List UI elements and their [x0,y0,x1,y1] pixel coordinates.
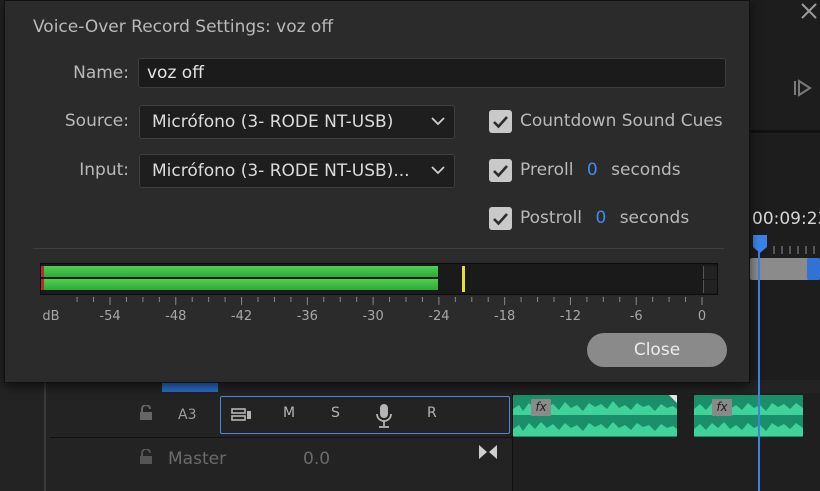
postroll-label[interactable]: Postroll [520,208,582,228]
source-selected-value: Micrófono (3- RODE NT-USB) [152,112,394,132]
db-tick-label: -12 [559,309,582,324]
clip-indicator-right[interactable] [703,280,717,293]
master-track-label: Master [168,449,227,469]
master-volume-value[interactable]: 0.0 [303,449,330,469]
input-selected-value: Micrófono (3- RODE NT-USB)... [152,161,410,181]
preroll-label[interactable]: Preroll [520,160,574,180]
track-controls-group: M S R [220,396,510,434]
divider [33,248,724,249]
close-button[interactable]: Close [587,333,727,367]
checkmark-icon [493,213,508,226]
preroll-checkbox[interactable] [489,159,512,182]
record-button[interactable]: R [427,405,437,421]
meter-bar-left-channel [44,266,438,277]
playhead-handle[interactable] [752,234,768,254]
input-select[interactable]: Micrófono (3- RODE NT-USB)... [139,154,455,188]
db-tick-label: -42 [230,309,253,324]
audio-clip[interactable]: fx [694,395,803,437]
audio-level-meter [40,263,718,295]
track-header-master [50,437,512,481]
db-tick-label: -30 [362,309,384,324]
postroll-checkbox[interactable] [489,207,512,230]
audio-clip[interactable]: fx [513,395,677,437]
microphone-icon[interactable] [375,403,393,429]
meter-peak-indicator [461,266,465,292]
db-tick-label: -18 [494,309,516,324]
input-label: Input: [79,160,129,180]
db-tick-label: 0 [697,309,707,324]
close-panel-icon[interactable] [780,0,820,36]
chevron-down-icon [431,117,445,126]
lock-icon[interactable] [139,448,153,465]
source-select[interactable]: Micrófono (3- RODE NT-USB) [139,105,455,139]
db-tick-label: -48 [165,309,187,324]
postroll-unit: seconds [619,208,690,228]
countdown-label[interactable]: Countdown Sound Cues [520,111,723,131]
db-tick-label: -36 [296,309,318,324]
track-output-icon[interactable] [231,406,253,424]
preroll-value[interactable]: 0 [587,160,598,180]
voice-over-record-settings-dialog: Voice-Over Record Settings: voz off Name… [4,0,750,383]
dialog-title: Voice-Over Record Settings: voz off [33,17,334,37]
name-label: Name: [73,63,129,83]
countdown-checkbox[interactable] [489,110,512,133]
meter-bar-right-channel [44,279,438,290]
db-unit-label: dB [42,309,60,324]
preroll-unit: seconds [611,160,681,180]
playhead-line[interactable] [758,250,760,491]
bowtie-icon[interactable] [478,444,498,460]
db-tick-label: -6 [629,309,643,324]
step-forward-icon[interactable] [790,78,818,98]
clip-indicator-left[interactable] [703,266,717,279]
postroll-value[interactable]: 0 [595,208,606,228]
db-scale: dB -54 -48 -42 -36 -30 -24 -18 -12 -6 0 [35,297,725,327]
checkmark-icon [493,116,508,129]
lock-icon[interactable] [139,404,153,421]
playhead-timecode[interactable]: 00:09:23 [752,209,820,229]
chevron-down-icon [431,166,445,175]
db-tick-label: -24 [428,309,450,324]
source-label: Source: [64,111,129,131]
db-tick-label: -54 [99,309,121,324]
checkmark-icon [493,165,508,178]
solo-button[interactable]: S [331,405,340,421]
track-selection-strip [162,382,218,392]
mute-button[interactable]: M [283,405,295,421]
fx-badge[interactable]: fx [531,399,551,416]
fx-badge[interactable]: fx [712,399,732,416]
track-a3-label[interactable]: A3 [178,407,196,423]
name-input[interactable] [138,58,726,88]
scrollbar-handle[interactable] [807,258,820,280]
